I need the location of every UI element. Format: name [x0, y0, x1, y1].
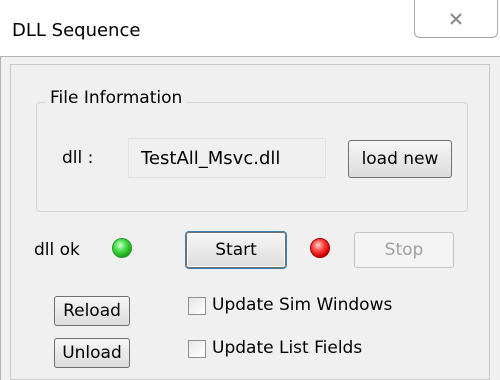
start-button[interactable]: Start [186, 232, 286, 268]
file-information-legend: File Information [46, 88, 187, 108]
dll-ok-indicator-icon [112, 238, 132, 258]
unload-label: Unload [62, 343, 122, 363]
dll-filename-field: TestAll_Msvc.dll [128, 138, 326, 178]
window-title: DLL Sequence [12, 20, 141, 41]
update-sim-windows-checkbox[interactable] [188, 297, 206, 315]
update-list-fields-label: Update List Fields [212, 338, 363, 358]
running-indicator-icon [310, 238, 330, 258]
close-button[interactable] [414, 0, 498, 38]
dll-label: dll : [62, 148, 94, 168]
load-new-button[interactable]: load new [348, 140, 452, 178]
close-icon [450, 12, 462, 25]
dll-ok-label: dll ok [34, 240, 80, 260]
stop-label: Stop [384, 240, 424, 260]
update-list-fields-checkbox[interactable] [188, 340, 206, 358]
stop-button[interactable]: Stop [354, 232, 454, 268]
reload-button[interactable]: Reload [54, 296, 130, 326]
reload-label: Reload [63, 301, 121, 321]
unload-button[interactable]: Unload [54, 338, 130, 368]
load-new-label: load new [361, 149, 439, 169]
dll-filename-value: TestAll_Msvc.dll [141, 147, 281, 169]
update-sim-windows-label: Update Sim Windows [212, 295, 393, 315]
start-label: Start [215, 240, 257, 260]
